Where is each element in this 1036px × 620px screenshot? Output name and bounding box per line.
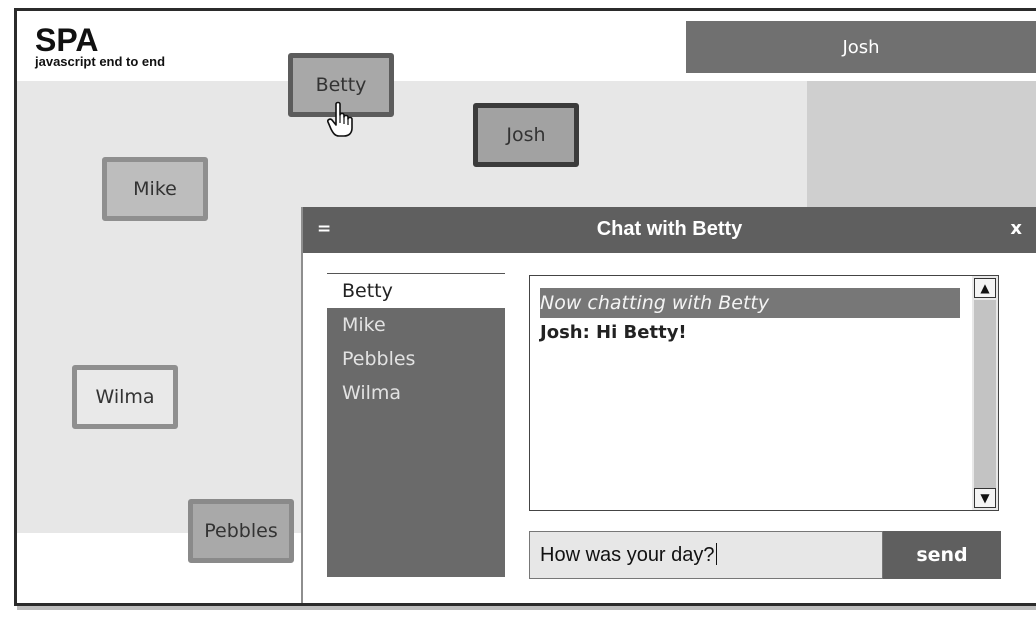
chat-title: Chat with Betty [596, 218, 743, 240]
roster-item-pebbles[interactable]: Pebbles [327, 342, 505, 376]
logo-subtitle: javascript end to end [35, 54, 166, 69]
logo: SPA javascript end to end [35, 22, 166, 69]
message-scrollbar[interactable]: ▲ ▼ [972, 276, 998, 510]
logo-title: SPA [35, 22, 99, 58]
message-input[interactable]: How was your day? [529, 531, 883, 579]
chat-header[interactable]: = Chat with Betty x [303, 207, 1036, 253]
text-caret [715, 543, 717, 565]
avatar-pebbles[interactable]: Pebbles [188, 499, 294, 563]
avatar-wilma[interactable]: Wilma [72, 365, 178, 429]
send-button[interactable]: send [883, 531, 1001, 579]
roster-item-wilma[interactable]: Wilma [327, 376, 505, 410]
chat-roster: Betty Mike Pebbles Wilma [327, 273, 505, 577]
roster-item-betty[interactable]: Betty [327, 273, 505, 308]
system-message: Now chatting with Betty [540, 288, 960, 318]
account-button[interactable]: Josh [686, 21, 1036, 73]
avatar-josh[interactable]: Josh [473, 103, 579, 167]
close-icon[interactable]: x [1010, 218, 1022, 239]
hand-pointer-icon [327, 101, 353, 137]
canvas-side-panel [807, 81, 1036, 211]
scrollbar-track[interactable] [974, 300, 996, 488]
arrow-up-icon[interactable]: ▲ [974, 278, 996, 298]
avatar-mike[interactable]: Mike [102, 157, 208, 221]
message-input-text: How was your day? [540, 544, 715, 566]
spa-shell: SPA javascript end to end Josh Betty Jos… [14, 8, 1036, 606]
roster-item-mike[interactable]: Mike [327, 308, 505, 342]
system-message-text: Now chatting with Betty [540, 292, 770, 314]
frame-shadow [17, 606, 1036, 610]
chat-message: Josh: Hi Betty! [540, 322, 687, 343]
message-log: Now chatting with Betty Josh: Hi Betty! … [529, 275, 999, 511]
chat-window: = Chat with Betty x Betty Mike Pebbles W… [303, 207, 1036, 603]
arrow-down-icon[interactable]: ▼ [974, 488, 996, 508]
